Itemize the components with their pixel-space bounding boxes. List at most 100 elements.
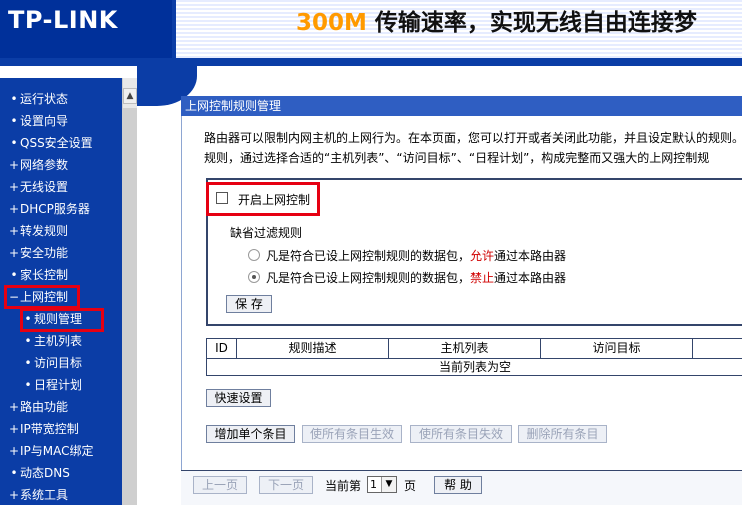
- expand-icon: +: [8, 202, 20, 216]
- sidebar-item-security[interactable]: +安全功能: [0, 242, 122, 264]
- sidebar-item-label: 家长控制: [20, 268, 69, 282]
- radio-allow[interactable]: [248, 249, 260, 261]
- sidebar-item-label: 日程计划: [34, 378, 83, 392]
- column-rule-description: 规则描述: [237, 339, 389, 358]
- sidebar-item-label: QSS安全设置: [20, 136, 93, 150]
- save-button[interactable]: 保 存: [226, 295, 272, 313]
- expand-icon: +: [8, 158, 20, 172]
- sidebar-item-label: 设置向导: [20, 114, 69, 128]
- enable-control-checkbox[interactable]: [216, 192, 228, 204]
- column-host-list: 主机列表: [389, 339, 541, 358]
- scroll-up-arrow-icon[interactable]: ▲: [123, 88, 137, 104]
- page-select[interactable]: 1 ▼: [367, 476, 397, 493]
- sidebar-item-schedule[interactable]: • 日程计划: [0, 374, 122, 396]
- option-text: 通过本路由器: [494, 249, 567, 263]
- logo-area: TP-LINK: [0, 0, 172, 58]
- expand-icon: +: [8, 180, 20, 194]
- header: TP-LINK 300M 传输速率，实现无线自由连接梦: [0, 0, 742, 58]
- default-filter-title: 缺省过滤规则: [230, 226, 303, 240]
- prev-page-button[interactable]: 上一页: [193, 476, 247, 494]
- sidebar-item-label: IP与MAC绑定: [20, 444, 94, 458]
- bullet-icon: •: [10, 92, 18, 106]
- bullet-icon: •: [24, 334, 32, 348]
- column-id: ID: [207, 339, 237, 358]
- sidebar-item-parental[interactable]: • 家长控制: [0, 264, 122, 286]
- expand-icon: +: [8, 224, 20, 238]
- bullet-icon: •: [10, 466, 18, 480]
- sidebar-item-label: 无线设置: [20, 180, 69, 194]
- sidebar-item-label: 安全功能: [20, 246, 69, 260]
- radio-allow-label: 凡是符合已设上网控制规则的数据包，允许通过本路由器: [266, 247, 566, 264]
- page-description: 路由器可以限制内网主机的上网行为。在本页面，您可以打开或者关闭此功能，并且设定默…: [204, 128, 742, 168]
- page-unit-label: 页: [404, 479, 417, 493]
- column-access-target: 访问目标: [541, 339, 693, 358]
- sidebar-item-qss[interactable]: • QSS安全设置: [0, 132, 122, 154]
- expand-icon: +: [8, 400, 20, 414]
- option-keyword-deny: 禁止: [470, 271, 495, 285]
- sidebar-item-dhcp[interactable]: +DHCP服务器: [0, 198, 122, 220]
- header-banner: 300M 传输速率，实现无线自由连接梦: [176, 0, 742, 58]
- option-text: 通过本路由器: [494, 271, 567, 285]
- sidebar-item-label: 动态DNS: [20, 466, 70, 480]
- bullet-icon: •: [10, 136, 18, 150]
- sidebar-item-ddns[interactable]: • 动态DNS: [0, 462, 122, 484]
- expand-icon: +: [8, 422, 20, 436]
- bullet-icon: •: [10, 268, 18, 282]
- sidebar-item-routing[interactable]: +路由功能: [0, 396, 122, 418]
- sidebar-item-wireless[interactable]: +无线设置: [0, 176, 122, 198]
- help-button[interactable]: 帮 助: [434, 476, 482, 494]
- option-keyword-allow: 允许: [470, 249, 495, 263]
- rule-table: ID 规则描述 主机列表 访问目标 当前列表为空: [206, 338, 742, 376]
- page-select-value: 1: [370, 478, 377, 491]
- sidebar-item-label: 转发规则: [20, 224, 69, 238]
- current-page-label: 当前第: [325, 479, 362, 493]
- sidebar-item-label: 网络参数: [20, 158, 69, 172]
- sidebar-item-wizard[interactable]: • 设置向导: [0, 110, 122, 132]
- expand-icon: +: [8, 246, 20, 260]
- next-page-button[interactable]: 下一页: [259, 476, 313, 494]
- banner-slogan: 300M 传输速率，实现无线自由连接梦: [296, 3, 697, 37]
- description-line-2: 规则，通过选择合适的“主机列表”、“访问目标”、“日程计划”，构成完整而又强大的…: [204, 151, 710, 165]
- sidebar-item-host-list[interactable]: • 主机列表: [0, 330, 122, 352]
- sidebar-item-label: 路由功能: [20, 400, 69, 414]
- enable-all-entries-button[interactable]: 使所有条目生效: [302, 425, 402, 443]
- expand-icon: +: [8, 488, 20, 502]
- bullet-icon: •: [24, 356, 32, 370]
- sidebar-item-label: 系统工具: [20, 488, 69, 502]
- enable-control-label: 开启上网控制: [238, 193, 311, 207]
- option-text: 凡是符合已设上网控制规则的数据包，: [266, 271, 471, 285]
- radio-deny-label: 凡是符合已设上网控制规则的数据包，禁止通过本路由器: [266, 269, 566, 286]
- highlight-access-control: [4, 285, 80, 309]
- sidebar-item-label: 主机列表: [34, 334, 83, 348]
- page-title: 上网控制规则管理: [181, 96, 742, 116]
- highlight-rule-management: [20, 308, 104, 332]
- add-single-entry-button[interactable]: 增加单个条目: [206, 425, 295, 443]
- scroll-thumb[interactable]: [123, 108, 137, 505]
- bullet-icon: •: [10, 114, 18, 128]
- sidebar-scrollbar[interactable]: ▲: [122, 78, 137, 505]
- tp-link-logo: TP-LINK: [8, 6, 118, 34]
- sidebar-item-label: DHCP服务器: [20, 202, 90, 216]
- sidebar-item-network[interactable]: +网络参数: [0, 154, 122, 176]
- sidebar-item-ip-mac-binding[interactable]: +IP与MAC绑定: [0, 440, 122, 462]
- delete-all-entries-button[interactable]: 删除所有条目: [518, 425, 607, 443]
- expand-icon: +: [8, 444, 20, 458]
- sidebar-item-label: IP带宽控制: [20, 422, 79, 436]
- table-empty-row: 当前列表为空: [207, 358, 742, 376]
- sidebar-item-bandwidth[interactable]: +IP带宽控制: [0, 418, 122, 440]
- quick-setup-button[interactable]: 快速设置: [206, 389, 271, 407]
- header-divider: [0, 58, 742, 66]
- banner-rest: 传输速率，实现无线自由连接梦: [366, 10, 697, 36]
- sidebar-item-status[interactable]: • 运行状态: [0, 88, 122, 110]
- sidebar-item-label: 访问目标: [34, 356, 83, 370]
- sidebar-item-forwarding[interactable]: +转发规则: [0, 220, 122, 242]
- sidebar-item-access-target[interactable]: • 访问目标: [0, 352, 122, 374]
- option-text: 凡是符合已设上网控制规则的数据包，: [266, 249, 471, 263]
- disable-all-entries-button[interactable]: 使所有条目失效: [410, 425, 512, 443]
- sidebar: • 运行状态 • 设置向导 • QSS安全设置 +网络参数 +无线设置 +DHCP服务…: [0, 78, 122, 505]
- sidebar-item-label: 运行状态: [20, 92, 69, 106]
- banner-highlight: 300M: [296, 10, 367, 36]
- radio-deny[interactable]: [248, 271, 260, 283]
- sidebar-item-system-tools[interactable]: +系统工具: [0, 484, 122, 506]
- chevron-down-icon: ▼: [381, 477, 396, 492]
